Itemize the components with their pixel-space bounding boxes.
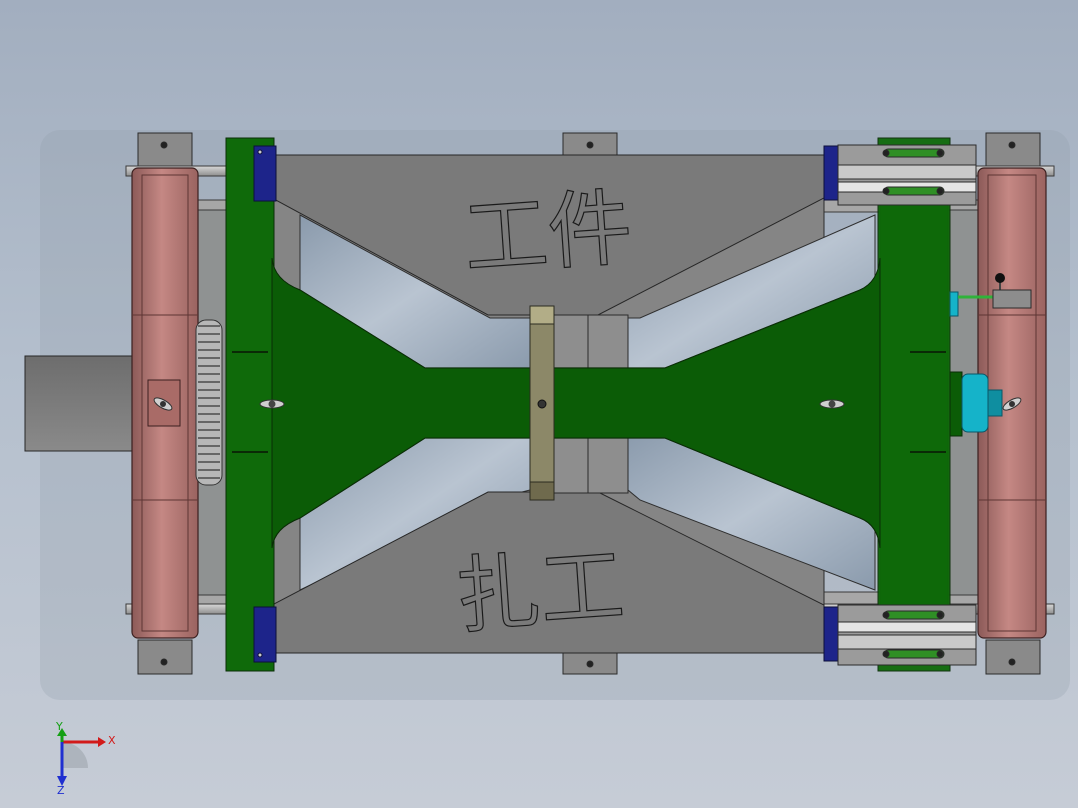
coordinate-triad: X Y Z (55, 720, 116, 795)
top-plate-label: 工件 (461, 178, 635, 287)
bottom-plate-label: 扎工 (453, 536, 627, 645)
y-axis-label: Y (55, 720, 63, 733)
right-slide-bottom (837, 604, 977, 666)
cad-viewport[interactable]: 工件 扎工 (0, 0, 1078, 808)
motor-housing (24, 355, 150, 452)
drive-gear (195, 319, 223, 486)
right-green-beam (877, 137, 951, 672)
right-slide-top (837, 144, 977, 206)
center-clamp-block (529, 305, 555, 501)
toggle-pin-left[interactable] (259, 399, 285, 409)
x-axis-label: X (108, 734, 116, 747)
toggle-pin-right[interactable] (819, 399, 845, 409)
x-axis-head-icon (98, 737, 106, 747)
z-axis-label: Z (57, 784, 65, 795)
